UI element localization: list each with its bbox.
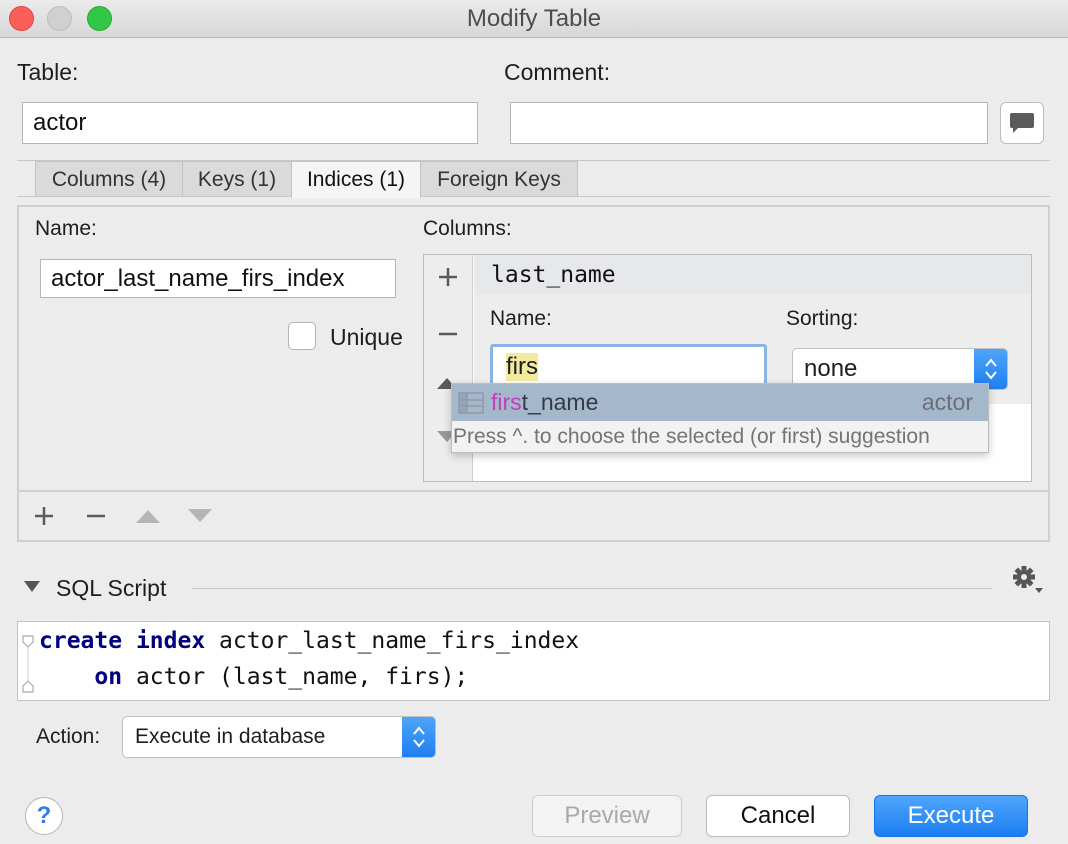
completion-popup: firs t_name actor Press ^. to choose the … [451,383,989,453]
add-index-icon[interactable] [33,505,55,532]
cancel-button[interactable]: Cancel [706,795,850,837]
index-name-label: Name: [35,217,97,240]
panel-toolbar-separator [17,490,1050,492]
column-name-value: firs [506,353,538,381]
action-label: Action: [36,725,101,748]
code-fold-icon[interactable] [21,634,35,694]
sql-script-label: SQL Script [56,575,167,601]
columns-label: Columns: [423,217,512,240]
move-index-up-icon[interactable] [136,509,160,528]
column-name-label: Name: [490,307,552,330]
edit-comment-button[interactable] [1000,102,1044,144]
table-name-input[interactable]: actor [22,102,478,144]
window-title: Modify Table [466,5,602,32]
sorting-label: Sorting: [786,307,859,330]
table-column-icon [458,391,484,414]
speech-bubble-icon [1010,113,1034,133]
sql-line-1: create index actor_last_name_firs_index [39,628,580,654]
completion-match-text: firs [491,389,522,415]
unique-label: Unique [330,324,403,350]
action-value: Execute in database [135,725,326,748]
comment-label: Comment: [504,59,611,85]
completion-item-first-name[interactable]: firs t_name actor [452,384,988,421]
help-button[interactable]: ? [25,797,63,835]
updown-chevron-icon [402,717,435,757]
comment-input[interactable] [510,102,988,144]
tab-indices[interactable]: Indices (1) [291,161,421,198]
move-index-down-icon[interactable] [188,509,212,528]
completion-source-table: actor [921,389,973,415]
completion-hint: Press ^. to choose the selected (or firs… [453,425,930,448]
execute-button[interactable]: Execute [874,795,1028,837]
add-column-icon[interactable] [437,263,459,295]
sql-section-divider [192,588,992,589]
tab-keys[interactable]: Keys (1) [182,161,292,197]
completion-rest-text: t_name [521,389,599,415]
sql-line-2: on actor (last_name, firs); [94,664,469,690]
sorting-value: none [804,355,858,382]
tab-foreign-keys[interactable]: Foreign Keys [420,161,578,197]
remove-index-icon[interactable] [85,505,107,532]
unique-checkbox[interactable] [288,322,316,350]
collapse-triangle-icon[interactable] [24,580,40,598]
sql-script-editor[interactable]: create index actor_last_name_firs_index … [17,621,1050,701]
table-label: Table: [17,59,79,85]
preview-button[interactable]: Preview [532,795,682,837]
gear-icon[interactable] [1009,563,1045,602]
tab-strip-bottom-line [17,196,1050,197]
tab-columns[interactable]: Columns (4) [35,161,183,197]
column-row-last-name[interactable]: last_name [474,255,1031,295]
remove-column-icon[interactable] [437,320,459,352]
action-select[interactable]: Execute in database [122,716,436,758]
index-name-input[interactable]: actor_last_name_firs_index [40,259,396,298]
